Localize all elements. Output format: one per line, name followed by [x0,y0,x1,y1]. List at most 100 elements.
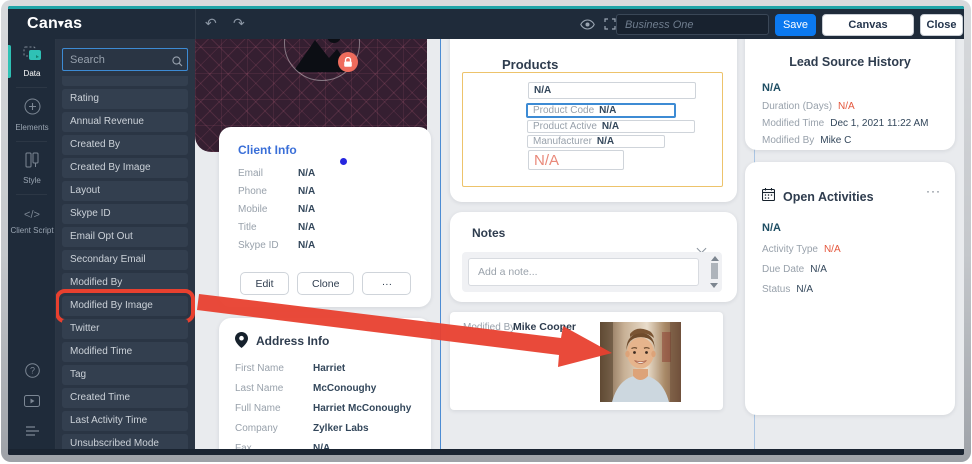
field-row: CompanyZylker Labs [235,422,421,434]
card-title: Products [502,57,558,72]
field-item[interactable]: Secondary Email [62,250,188,270]
card-title: Lead Source History [745,55,955,69]
field-row: Duration (Days)N/A [762,101,928,112]
rail-bottom-icons: ? [8,352,56,441]
help-icon[interactable]: ? [8,363,56,383]
rail-item-style[interactable]: Style [8,145,56,191]
rail-item-label: Elements [8,123,56,132]
field-search-input[interactable] [62,48,188,71]
field-item[interactable]: Modified By [62,273,188,293]
screenshot-frame: Can▾as ↶ ↷ Save Canvas Assignment Close … [1,0,971,462]
client-info-card[interactable]: Client Info EmailN/A PhoneN/A MobileN/A Tit… [219,127,431,307]
field-row: MobileN/A [238,203,419,215]
rail-item-label: Data [8,69,56,78]
field-item[interactable]: Last Activity Time [62,411,188,431]
address-info-card[interactable]: Address Info First NameHarrietLast NameM… [219,318,431,449]
field-item[interactable]: Tag [62,365,188,385]
topbar-seam [195,9,196,39]
field-item[interactable]: Email Opt Out [62,227,188,247]
field-item[interactable]: Layout [62,181,188,201]
client-info-rows: EmailN/APhoneN/AMobileN/ATitleN/ASkype I… [238,167,419,251]
add-note-input[interactable] [468,258,699,286]
record-action-button[interactable]: Edit [240,272,289,295]
field-row: Modified ByMike C [762,135,928,146]
notes-scrollbar[interactable] [709,254,720,290]
field-item[interactable]: Created By [62,135,188,155]
field-item[interactable]: Created Time [62,388,188,408]
open-activities-rows: Activity TypeN/ADue DateN/AStatusN/A [762,244,841,295]
menu-list-icon[interactable] [8,423,56,441]
canvas-builder-window: Can▾as ↶ ↷ Save Canvas Assignment Close … [8,6,964,455]
canvas-assignment-button[interactable]: Canvas Assignment [822,14,914,36]
field-row: Full NameHarriet McConoughy [235,402,421,414]
save-button[interactable]: Save [775,14,816,36]
modified-by-value: Mike Cooper [513,321,576,333]
card-title: Notes [472,226,505,240]
scroll-up-icon[interactable] [711,256,719,261]
lock-icon [338,52,358,72]
video-tutorial-icon[interactable] [8,394,56,412]
scroll-down-icon[interactable] [710,283,718,288]
record-actions: Edit Clone ··· [240,272,411,295]
field-row: PhoneN/A [238,185,419,197]
open-activities-card[interactable]: Open Activities ··· N/A Activity TypeN/A… [745,162,955,415]
design-canvas[interactable]: Harriet McConoughy N/A Client Info Email… [195,39,964,449]
field-item[interactable]: Annual Revenue [62,112,188,132]
rail-separator [16,141,47,142]
fullscreen-expand-icon[interactable] [604,17,616,35]
open-activities-header: Open Activities [762,188,874,206]
modified-by-label: Modified By [463,322,515,333]
product-name-field[interactable]: N/A [528,82,696,99]
field-item[interactable]: Twitter [62,319,188,339]
product-field[interactable]: Product CodeN/A [526,103,676,118]
field-item[interactable]: Modified By Image [62,296,188,316]
user-photo [600,322,681,402]
field-row: Last NameMcConoughy [235,382,421,394]
canvas-name-input[interactable] [616,14,769,35]
rail-item-client-script[interactable]: </> Client Script [8,198,56,241]
record-action-button[interactable]: Clone [297,272,354,295]
notes-card[interactable]: Notes [450,212,737,302]
code-brackets-icon: </> [24,209,40,221]
field-item[interactable]: Created By Image [62,158,188,178]
more-options-button[interactable]: ··· [926,184,941,198]
elements-plus-icon [24,102,41,119]
card-title: Open Activities [783,190,874,204]
field-list: Rating Annual Revenue Created By Created By… [62,89,188,454]
field-row: Modified TimeDec 1, 2021 11:22 AM [762,118,928,129]
svg-text:?: ? [29,366,34,376]
field-item[interactable]: Rating [62,89,188,109]
fields-panel: Rating Annual Revenue Created By Created By… [56,39,195,455]
field-item[interactable]: Skype ID [62,204,188,224]
na-value: N/A [762,82,781,94]
calendar-icon [762,188,775,206]
scrollbar-thumb[interactable] [711,263,718,279]
products-card[interactable]: Products N/A Product CodeN/A Product Acti… [450,39,737,202]
field-row: TitleN/A [238,221,419,233]
profile-subtitle: N/A [195,101,427,112]
window-bottom-edge [8,449,964,455]
rail-item-elements[interactable]: Elements [8,91,56,138]
undo-icon[interactable]: ↶ [205,15,217,32]
field-row: EmailN/A [238,167,419,179]
product-field[interactable]: Product ActiveN/A [527,120,695,133]
profile-name: Harriet McConoughy [195,82,427,97]
lead-source-history-card[interactable]: Lead Source History N/A Duration (Days)N… [745,39,955,150]
search-icon [172,54,183,72]
preview-eye-icon[interactable] [580,17,595,35]
style-panels-icon [24,155,40,172]
rail-item-data[interactable]: Data [8,39,56,84]
rail-item-label: Style [8,176,56,185]
modified-by-card[interactable]: Modified By Mike Cooper [450,312,723,410]
product-big-na-field[interactable]: N/A [528,150,624,170]
rail-separator [16,87,47,88]
field-item[interactable]: Modified Time [62,342,188,362]
field-item-clipped[interactable] [62,76,188,86]
product-field[interactable]: ManufacturerN/A [527,135,665,148]
left-rail: Data Elements Style </> Client Script ? [8,39,56,455]
redo-icon[interactable]: ↷ [233,15,245,32]
field-row: FaxN/A [235,442,421,449]
card-title: Client Info [238,143,297,157]
record-action-button[interactable]: ··· [362,272,411,295]
close-button[interactable]: Close [920,14,963,36]
